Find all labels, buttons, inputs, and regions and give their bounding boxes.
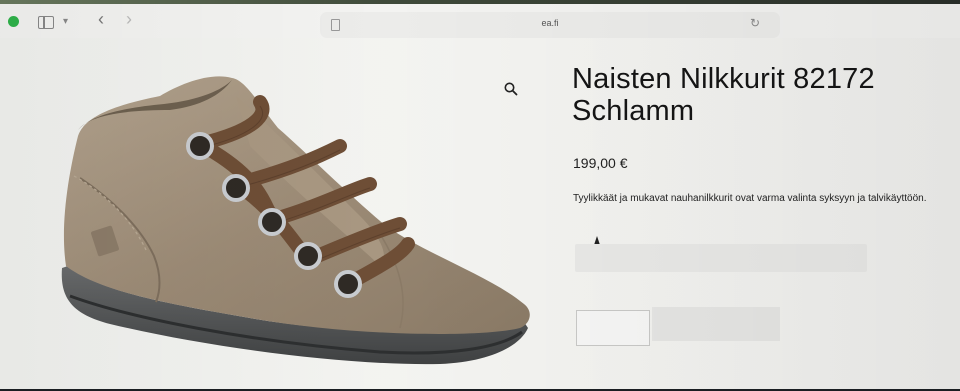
chevron-down-icon[interactable]: ▾ <box>63 13 68 31</box>
shoe-illustration <box>61 76 530 365</box>
magnifier-icon-svg <box>504 82 518 96</box>
browser-toolbar: ▾ ‹ › ea.fi ↻ <box>0 4 960 38</box>
product-price: 199,00 € <box>573 155 628 171</box>
browser-screen: ▾ ‹ › ea.fi ↻ Naisten Nilkkurit 82172 Sc… <box>0 0 960 389</box>
sidebar-icon[interactable] <box>38 16 54 29</box>
product-description: Tyylikkäät ja mukavat nauhanilkkurit ova… <box>573 193 927 204</box>
reload-icon[interactable]: ↻ <box>750 16 760 30</box>
quantity-input[interactable] <box>576 310 650 346</box>
add-to-cart-button[interactable] <box>652 307 780 341</box>
address-bar[interactable]: ea.fi ↻ <box>320 12 780 38</box>
product-title: Naisten Nilkkurit 82172 Schlamm <box>572 63 952 127</box>
product-title-line2: Schlamm <box>572 95 695 127</box>
product-image[interactable] <box>50 66 540 386</box>
address-text: ea.fi <box>541 18 559 28</box>
back-arrow-icon[interactable]: ‹ <box>98 10 104 28</box>
magnifier-icon[interactable] <box>503 81 519 97</box>
size-select[interactable] <box>575 244 867 272</box>
window-close-dot[interactable] <box>8 16 19 27</box>
product-title-line1: Naisten Nilkkurit 82172 <box>572 63 875 95</box>
forward-arrow-icon[interactable]: › <box>126 10 132 28</box>
